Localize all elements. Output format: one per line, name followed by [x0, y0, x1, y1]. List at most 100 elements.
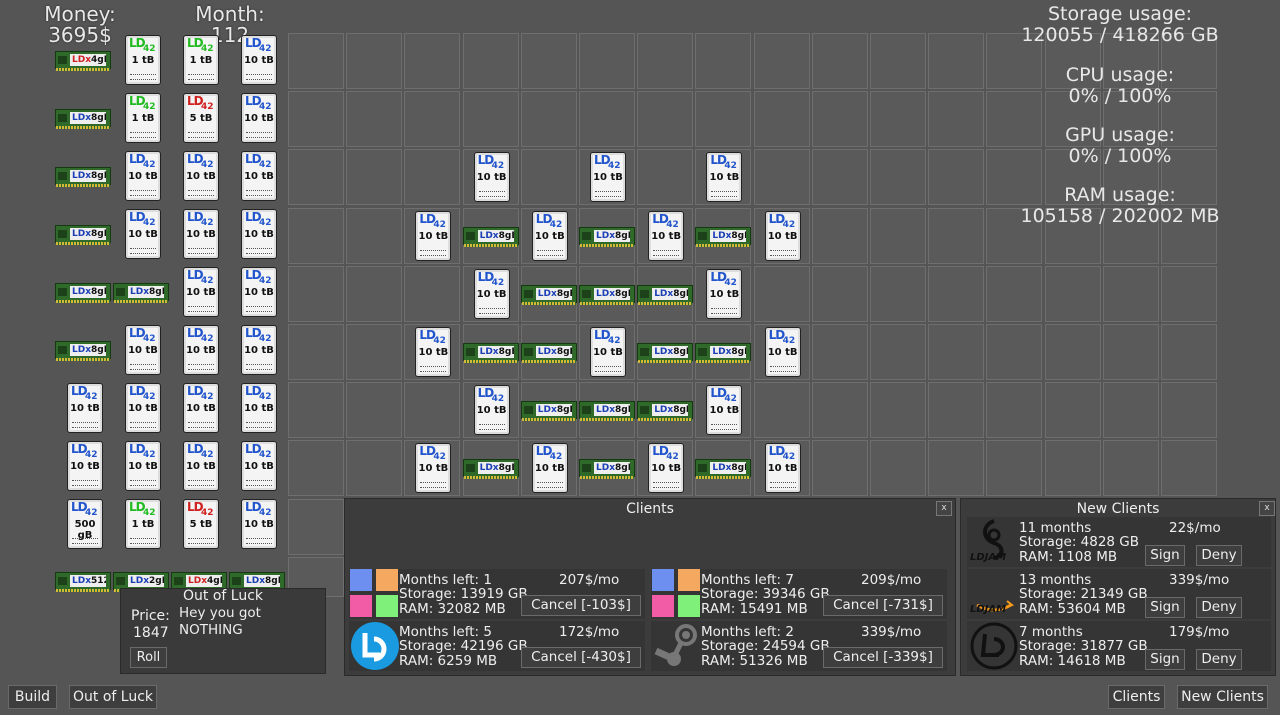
- grid-slot[interactable]: [1161, 440, 1217, 497]
- grid-slot[interactable]: [928, 33, 985, 89]
- grid-slot[interactable]: [811, 33, 868, 89]
- hdd-item[interactable]: LD 42 10 tB: [473, 268, 510, 319]
- ram-item[interactable]: LDx8gB: [637, 343, 694, 363]
- grid-slot[interactable]: [346, 440, 403, 497]
- ram-item[interactable]: LDx8gB: [579, 401, 635, 422]
- grid-slot[interactable]: [579, 33, 635, 89]
- hdd-item[interactable]: LD 42 10 tB: [183, 209, 219, 259]
- grid-slot[interactable]: [986, 440, 1043, 497]
- ram-item[interactable]: LDx8gB: [695, 459, 752, 480]
- hdd-item[interactable]: LD 42 10 tB: [183, 441, 219, 491]
- hdd-item[interactable]: LD 42 10 tB: [67, 441, 103, 491]
- ram-item[interactable]: LDx8gB: [695, 226, 752, 247]
- hdd-item[interactable]: LD 42 10 tB: [648, 443, 685, 494]
- hdd-item[interactable]: LD 42 10 tB: [241, 151, 277, 201]
- grid-slot[interactable]: [928, 382, 985, 439]
- hdd-item[interactable]: LD 42 5 tB: [183, 499, 219, 549]
- grid-slot[interactable]: [346, 33, 403, 89]
- grid-slot[interactable]: [288, 207, 344, 264]
- hdd-item[interactable]: LD 42 10 tB: [241, 325, 277, 375]
- grid-slot[interactable]: [1102, 265, 1159, 322]
- ram-item[interactable]: LDx8gB: [520, 343, 577, 363]
- roll-button[interactable]: Roll: [130, 647, 167, 668]
- grid-slot[interactable]: [1102, 324, 1159, 380]
- grid-slot[interactable]: [870, 324, 926, 380]
- grid-slot[interactable]: [1044, 324, 1101, 380]
- grid-slot[interactable]: [1044, 440, 1101, 497]
- grid-slot[interactable]: [986, 382, 1043, 439]
- grid-slot[interactable]: [695, 91, 752, 148]
- grid-slot[interactable]: [695, 33, 752, 89]
- grid-slot[interactable]: [288, 265, 344, 322]
- grid-slot[interactable]: [462, 91, 519, 148]
- deny-button[interactable]: Deny: [1196, 597, 1242, 618]
- hdd-item[interactable]: LD 42 10 tB: [706, 268, 743, 319]
- hdd-item[interactable]: LD 42 10 tB: [125, 441, 161, 491]
- clients-close-button[interactable]: x: [936, 501, 952, 516]
- grid-slot[interactable]: [288, 324, 344, 380]
- grid-slot[interactable]: [520, 149, 577, 206]
- grid-slot[interactable]: [1161, 382, 1217, 439]
- ram-item[interactable]: LDx8gB: [55, 109, 111, 129]
- grid-slot[interactable]: [404, 91, 461, 148]
- hdd-item[interactable]: LD 42 500 gB: [67, 499, 103, 549]
- ram-item[interactable]: LDx8gB: [462, 343, 519, 363]
- hdd-item[interactable]: LD 42 10 tB: [590, 152, 626, 203]
- grid-slot[interactable]: [928, 265, 985, 322]
- hdd-item[interactable]: LD 42 10 tB: [648, 210, 685, 261]
- grid-slot[interactable]: [346, 91, 403, 148]
- grid-slot[interactable]: [462, 33, 519, 89]
- ram-item[interactable]: LDx8gB: [695, 343, 752, 363]
- hdd-item[interactable]: LD 42 5 tB: [183, 93, 219, 143]
- cancel-contract-button[interactable]: Cancel [-731$]: [823, 595, 943, 616]
- grid-slot[interactable]: [288, 91, 344, 148]
- ram-item[interactable]: LDx8gB: [55, 225, 111, 245]
- grid-slot[interactable]: [637, 33, 694, 89]
- ram-item[interactable]: LDx8gB: [520, 401, 577, 422]
- grid-slot[interactable]: [520, 91, 577, 148]
- hdd-item[interactable]: LD 42 10 tB: [764, 327, 801, 377]
- grid-slot[interactable]: [870, 265, 926, 322]
- hdd-item[interactable]: LD 42 10 tB: [125, 325, 161, 375]
- grid-slot[interactable]: [928, 440, 985, 497]
- cancel-contract-button[interactable]: Cancel [-430$]: [521, 647, 641, 668]
- grid-slot[interactable]: [870, 91, 926, 148]
- grid-slot[interactable]: [870, 382, 926, 439]
- hdd-item[interactable]: LD 42 10 tB: [125, 383, 161, 433]
- hdd-item[interactable]: LD 42 10 tB: [241, 93, 277, 143]
- grid-slot[interactable]: [288, 382, 344, 439]
- hdd-item[interactable]: LD 42 10 tB: [183, 151, 219, 201]
- grid-slot[interactable]: [288, 498, 344, 555]
- hdd-item[interactable]: LD 42 10 tB: [415, 327, 452, 377]
- grid-slot[interactable]: [579, 91, 635, 148]
- ram-item[interactable]: LDx512 MB: [55, 572, 111, 592]
- ram-item[interactable]: LDx8gB: [637, 401, 694, 422]
- hdd-item[interactable]: LD 42 1 tB: [125, 35, 161, 85]
- hdd-item[interactable]: LD 42 10 tB: [241, 383, 277, 433]
- grid-slot[interactable]: [404, 33, 461, 89]
- grid-slot[interactable]: [811, 382, 868, 439]
- out-of-luck-button[interactable]: Out of Luck: [69, 685, 157, 709]
- hdd-item[interactable]: LD 42 10 tB: [473, 385, 510, 436]
- ram-item[interactable]: LDx8gB: [462, 226, 519, 247]
- hdd-item[interactable]: LD 42 10 tB: [125, 209, 161, 259]
- grid-slot[interactable]: [288, 149, 344, 206]
- grid-slot[interactable]: [870, 440, 926, 497]
- grid-slot[interactable]: [520, 33, 577, 89]
- ram-item[interactable]: LDx8gB: [462, 459, 519, 480]
- grid-slot[interactable]: [346, 265, 403, 322]
- hdd-item[interactable]: LD 42 10 tB: [241, 441, 277, 491]
- ram-item[interactable]: LDx4gB: [55, 51, 111, 71]
- grid-slot[interactable]: [404, 382, 461, 439]
- grid-slot[interactable]: [928, 91, 985, 148]
- hdd-item[interactable]: LD 42 1 tB: [125, 93, 161, 143]
- hdd-item[interactable]: LD 42 10 tB: [241, 267, 277, 317]
- hdd-item[interactable]: LD 42 10 tB: [531, 443, 568, 494]
- grid-slot[interactable]: [811, 207, 868, 264]
- ram-item[interactable]: LDx8gB: [55, 283, 111, 303]
- hdd-item[interactable]: LD 42 10 tB: [241, 35, 277, 85]
- sign-button[interactable]: Sign: [1145, 649, 1185, 670]
- grid-slot[interactable]: [928, 324, 985, 380]
- grid-slot[interactable]: [288, 33, 344, 89]
- grid-slot[interactable]: [870, 149, 926, 206]
